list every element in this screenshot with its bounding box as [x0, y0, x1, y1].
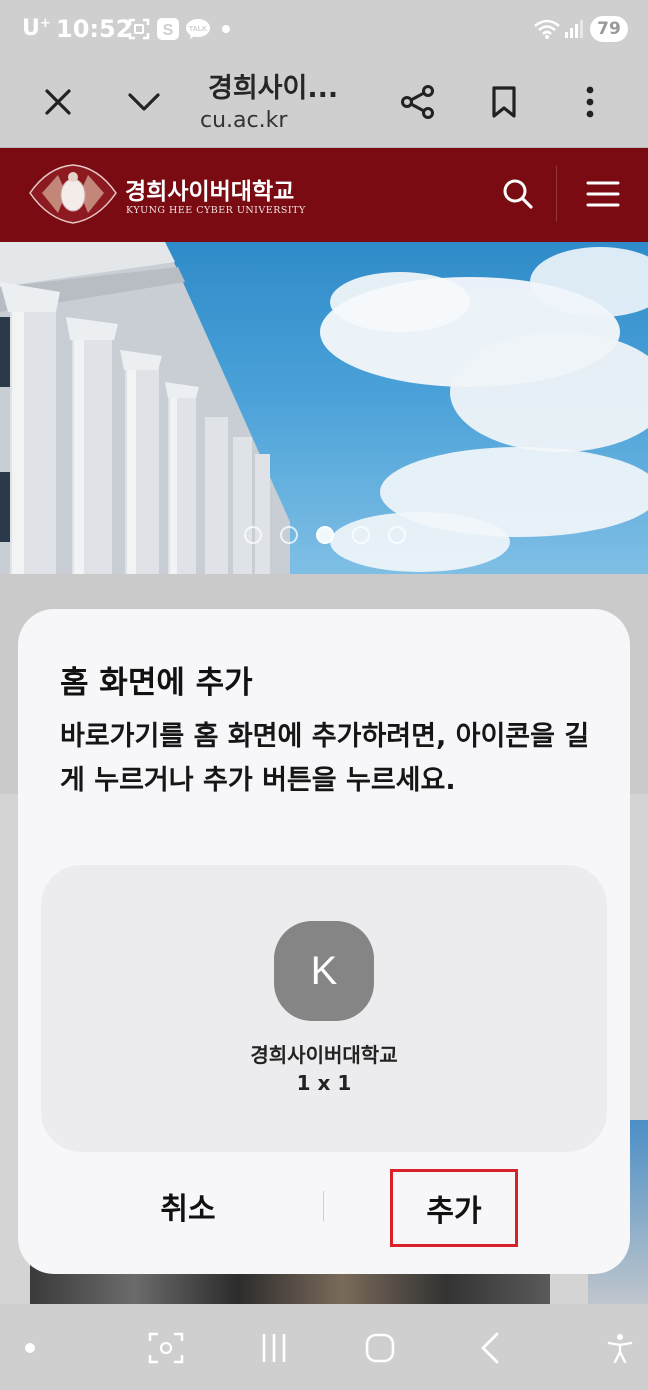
battery-indicator: 79 [590, 16, 628, 42]
carousel-dot[interactable] [388, 526, 406, 544]
shortcut-preview-card: K 경희사이버대학교 1 x 1 [41, 865, 607, 1152]
capture-icon[interactable] [146, 1328, 186, 1368]
close-icon[interactable] [30, 74, 86, 130]
page-title: 경희사이... [208, 73, 339, 104]
home-icon[interactable] [360, 1328, 400, 1368]
dialog-title: 홈 화면에 추가 [60, 665, 253, 701]
app-icon-letter: K [310, 948, 338, 993]
clock: 10:52 [56, 15, 133, 43]
recents-icon[interactable] [254, 1328, 294, 1368]
site-header: 경희사이버대학교 KYUNG HEE CYBER UNIVERSITY [0, 148, 648, 242]
carrier-label: U+ [22, 16, 51, 41]
more-icon[interactable] [562, 74, 618, 130]
carousel-dot[interactable] [352, 526, 370, 544]
status-bar: U+ 10:52 S TALK 79 [0, 0, 648, 58]
accessibility-icon[interactable] [602, 1328, 638, 1368]
university-name-ko: 경희사이버대학교 [125, 178, 295, 205]
wifi-icon [533, 18, 561, 44]
system-navbar [0, 1304, 648, 1390]
share-icon[interactable] [390, 74, 446, 130]
dot-icon [20, 1328, 40, 1368]
search-icon[interactable] [496, 172, 540, 216]
signal-icon [564, 18, 584, 44]
carousel-indicator [244, 526, 406, 544]
app-shortcut-icon[interactable]: K [274, 921, 374, 1021]
back-icon[interactable] [470, 1328, 510, 1368]
add-to-home-dialog: 홈 화면에 추가 바로가기를 홈 화면에 추가하려면, 아이콘을 길게 누르거나… [18, 609, 630, 1274]
page-url[interactable]: cu.ac.kr [200, 108, 287, 133]
svg-text:TALK: TALK [189, 26, 207, 33]
dialog-message: 바로가기를 홈 화면에 추가하려면, 아이콘을 길게 누르거나 추가 버튼을 누… [60, 721, 590, 796]
bookmark-icon[interactable] [476, 74, 532, 130]
shortcut-name: 경희사이버대학교 [250, 1043, 398, 1067]
header-divider [556, 166, 557, 222]
s-app-icon: S [157, 18, 179, 44]
button-divider [323, 1191, 324, 1221]
hero-image [0, 242, 648, 574]
carousel-dot-active[interactable] [316, 526, 334, 544]
chevron-down-icon[interactable] [116, 74, 172, 130]
talk-icon: TALK [185, 18, 211, 44]
add-button[interactable]: 추가 [390, 1169, 518, 1247]
screenshot-icon [128, 18, 150, 44]
svg-text:S: S [163, 22, 174, 39]
university-emblem-icon[interactable] [28, 163, 118, 225]
shortcut-size: 1 x 1 [296, 1071, 352, 1095]
menu-icon[interactable] [580, 172, 626, 216]
university-name-en: KYUNG HEE CYBER UNIVERSITY [126, 205, 306, 216]
cancel-button[interactable]: 취소 [128, 1175, 248, 1237]
notification-dot [222, 25, 230, 33]
carousel-dot[interactable] [280, 526, 298, 544]
browser-toolbar: 경희사이... cu.ac.kr [0, 58, 648, 148]
carousel-dot[interactable] [244, 526, 262, 544]
hero-banner[interactable] [0, 242, 648, 574]
